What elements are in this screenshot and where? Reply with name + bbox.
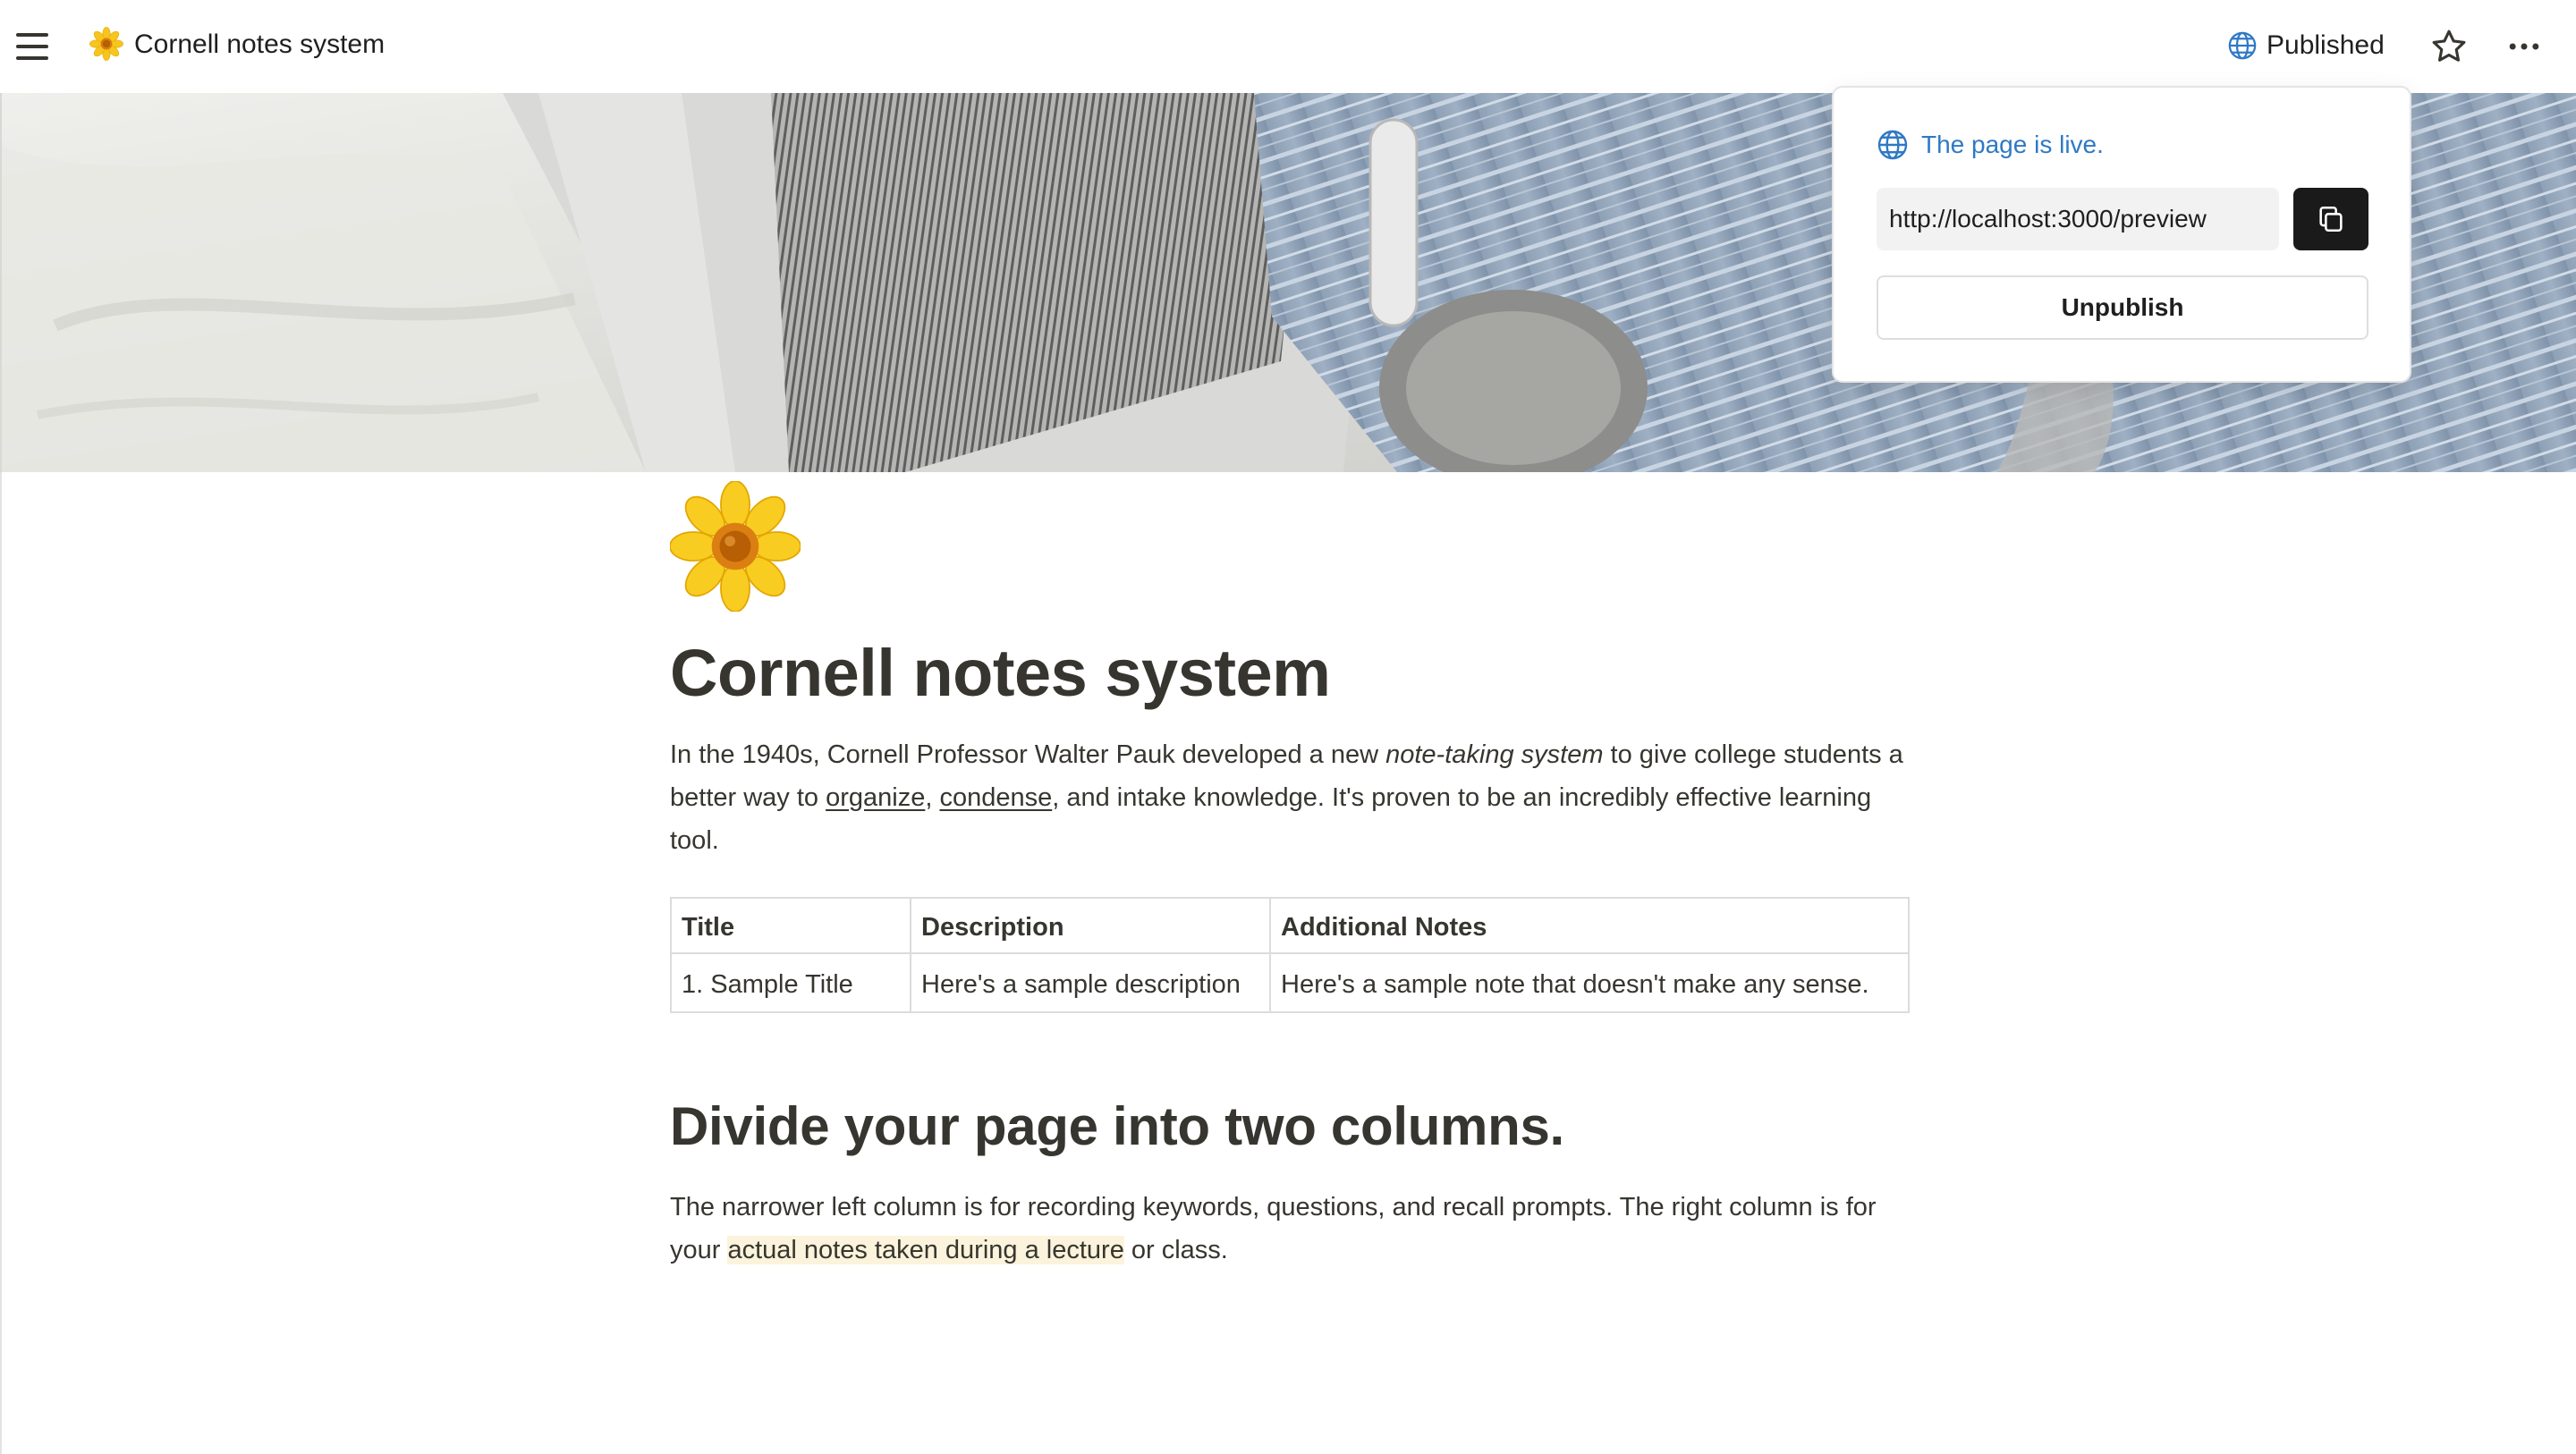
sunflower-icon <box>89 27 123 61</box>
table-cell[interactable]: Here's a sample note that doesn't make a… <box>1269 952 1910 1013</box>
top-bar: Cornell notes system Published <box>0 0 2576 93</box>
table-cell[interactable]: 1. Sample Title <box>670 952 911 1013</box>
more-icon[interactable] <box>2504 27 2544 66</box>
table-header-cell[interactable]: Title <box>670 897 911 954</box>
table-header-row: Title Description Additional Notes <box>670 897 1910 954</box>
globe-icon <box>1877 130 1908 160</box>
copy-icon <box>2319 206 2343 232</box>
intro-italic: note-taking system <box>1385 740 1604 769</box>
section-text-2: or class. <box>1123 1236 1228 1264</box>
organize-link[interactable]: organize <box>826 783 925 812</box>
public-url-field[interactable] <box>1877 188 2279 250</box>
publish-status-text: The page is live. <box>1921 131 2104 158</box>
sunflower-icon[interactable] <box>670 481 801 612</box>
section-heading[interactable]: Divide your page into two columns. <box>670 1091 1564 1162</box>
globe-icon <box>2228 31 2257 60</box>
copy-url-button[interactable] <box>2293 188 2368 250</box>
table-cell[interactable]: Here's a sample description <box>910 952 1271 1013</box>
intro-text-1: In the 1940s, Cornell Professor Walter P… <box>670 740 1386 769</box>
published-label: Published <box>2267 30 2385 60</box>
breadcrumb-title[interactable]: Cornell notes system <box>134 25 385 64</box>
unpublish-button[interactable]: Unpublish <box>1877 275 2368 340</box>
page-title[interactable]: Cornell notes system <box>670 633 1331 714</box>
star-icon[interactable] <box>2429 27 2469 66</box>
notes-table: Title Description Additional Notes 1. Sa… <box>670 897 1910 1013</box>
highlighted-text: actual notes taken during a lecture <box>727 1236 1124 1264</box>
publish-popover: The page is live. Unpublish <box>1832 86 2411 383</box>
intro-paragraph[interactable]: In the 1940s, Cornell Professor Walter P… <box>670 733 1910 862</box>
table-header-cell[interactable]: Additional Notes <box>1269 897 1910 954</box>
section-paragraph[interactable]: The narrower left column is for recordin… <box>670 1186 1910 1272</box>
page-left-border <box>0 472 2 1454</box>
published-button[interactable]: Published <box>2227 25 2385 66</box>
condense-link[interactable]: condense <box>939 783 1052 812</box>
publish-status: The page is live. <box>1877 127 2104 163</box>
table-header-cell[interactable]: Description <box>910 897 1271 954</box>
menu-icon[interactable] <box>16 27 55 66</box>
intro-separator: , <box>925 783 940 812</box>
table-row: 1. Sample Title Here's a sample descript… <box>670 952 1910 1013</box>
